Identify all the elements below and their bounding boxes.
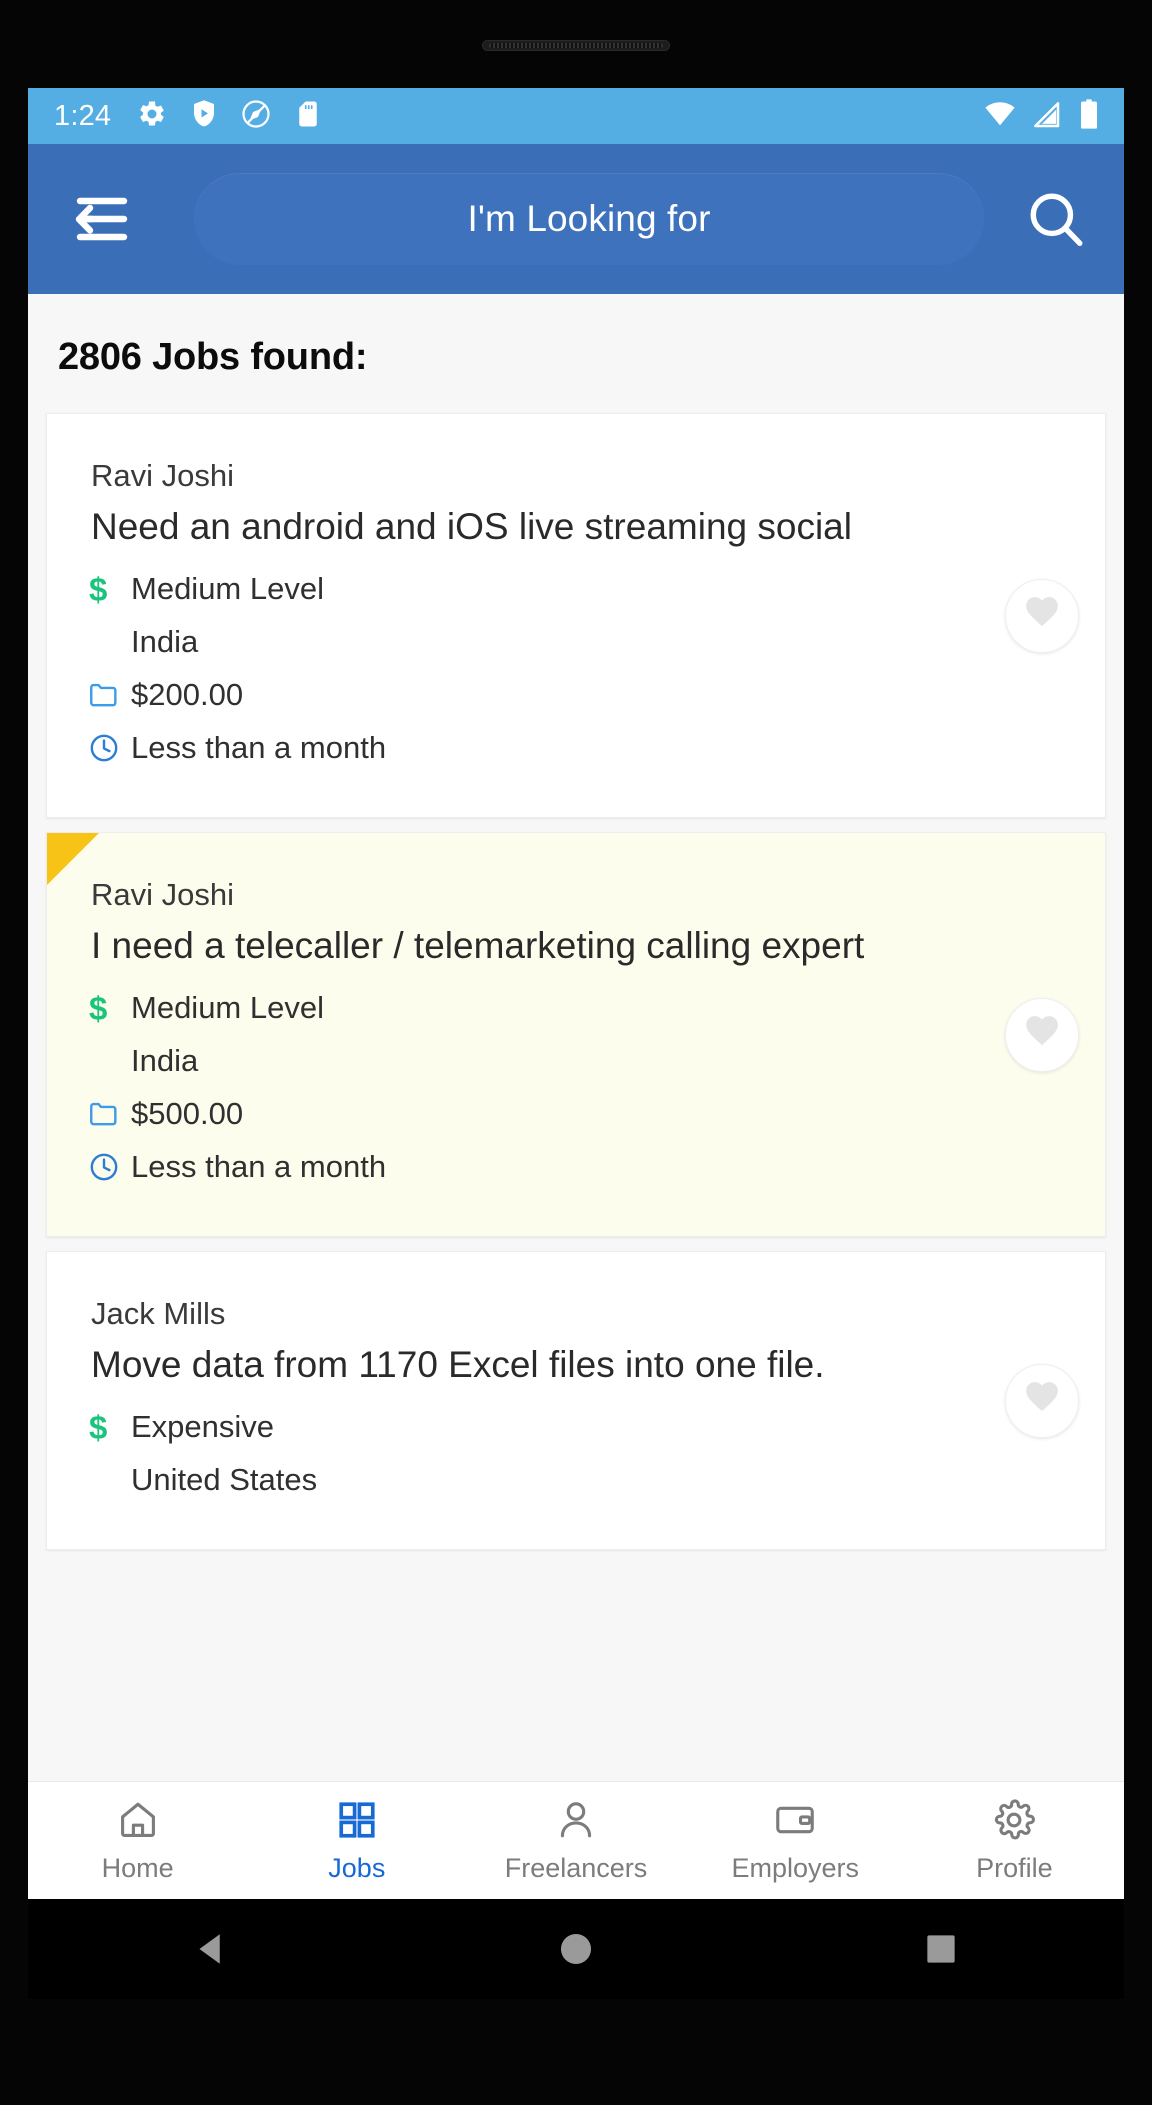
status-bar-notification-icons: [137, 99, 984, 134]
favorite-button[interactable]: [1005, 578, 1079, 653]
job-duration-label: Less than a month: [131, 730, 387, 766]
app-bar: I'm Looking for: [28, 144, 1124, 294]
job-country-label: India: [131, 624, 199, 660]
earpiece-speaker: [482, 40, 670, 51]
nav-item-employers[interactable]: Employers: [686, 1782, 905, 1899]
job-card[interactable]: Ravi Joshi Need an android and iOS live …: [46, 413, 1106, 819]
dollar-icon: $: [89, 1408, 108, 1446]
job-title: Need an android and iOS live streaming s…: [91, 506, 852, 547]
job-poster-name: Ravi Joshi: [91, 458, 234, 493]
job-title: I need a telecaller / telemarketing call…: [91, 925, 865, 967]
battery-icon: [1076, 98, 1102, 135]
job-poster-name: Jack Mills: [91, 1296, 226, 1332]
job-duration-row: Less than a month: [87, 730, 1065, 766]
job-level-label: Expensive: [131, 1409, 275, 1445]
nav-label-profile: Profile: [976, 1852, 1053, 1883]
phone-device-frame: 1:24 I'm Looking for 2806 Jobs found: Ra…: [0, 0, 1152, 2105]
person-icon: [554, 1798, 598, 1847]
job-level-row: $ Medium Level: [87, 571, 1065, 607]
results-count-title: 2806 Jobs found:: [58, 336, 368, 378]
home-icon: [116, 1798, 160, 1847]
card-icon: [773, 1798, 817, 1847]
status-bar-system-icons: [984, 98, 1102, 135]
speaker-grille: [489, 43, 663, 48]
job-duration-row: Less than a month: [87, 1149, 1065, 1185]
nav-label-freelancers: Freelancers: [504, 1852, 648, 1883]
dollar-icon: $: [89, 989, 108, 1027]
folder-icon: [87, 1097, 131, 1131]
job-level-row: $ Medium Level: [87, 990, 1065, 1026]
menu-back-icon[interactable]: [70, 183, 142, 255]
job-poster-name: Ravi Joshi: [91, 877, 234, 913]
featured-corner-ribbon: [47, 833, 99, 886]
job-budget-row: $200.00: [87, 677, 1065, 713]
wifi-icon: [984, 98, 1016, 135]
nav-label-home: Home: [101, 1852, 174, 1883]
nav-item-home[interactable]: Home: [28, 1782, 247, 1899]
job-card[interactable]: Jack Mills Move data from 1170 Excel fil…: [46, 1251, 1106, 1551]
clock-icon: [87, 731, 131, 765]
job-country-row: India: [87, 624, 1065, 660]
job-budget-label: $500.00: [131, 1096, 244, 1132]
phone-screen: 1:24 I'm Looking for 2806 Jobs found: Ra…: [28, 88, 1124, 1899]
nav-item-profile[interactable]: Profile: [905, 1782, 1124, 1899]
location-off-icon: [241, 99, 271, 134]
nav-label-employers: Employers: [731, 1852, 859, 1883]
job-country-label: India: [131, 1043, 199, 1079]
favorite-button[interactable]: [1005, 1363, 1079, 1438]
job-title: Move data from 1170 Excel files into one…: [91, 1344, 825, 1386]
bottom-navigation-bar: Home Jobs Freelancers Employers Profile: [28, 1781, 1124, 1899]
nav-item-freelancers[interactable]: Freelancers: [466, 1782, 685, 1899]
gear-icon: [992, 1798, 1036, 1847]
job-country-row: United States: [87, 1462, 1065, 1498]
grid-icon: [335, 1798, 379, 1847]
nav-item-jobs[interactable]: Jobs: [247, 1782, 466, 1899]
clock-icon: [87, 1150, 131, 1184]
job-country-label: United States: [131, 1462, 318, 1498]
status-bar-clock: 1:24: [54, 99, 112, 132]
job-budget-label: $200.00: [131, 677, 244, 713]
status-bar: 1:24: [28, 88, 1124, 144]
cellular-signal-icon: [1030, 98, 1062, 135]
job-level-row: $ Expensive: [87, 1409, 1065, 1445]
heart-icon: [1023, 594, 1061, 637]
job-level-label: Medium Level: [131, 990, 324, 1026]
square-recents-icon[interactable]: [881, 1899, 1001, 1999]
circle-home-icon[interactable]: [516, 1899, 636, 1999]
android-navigation-bar: [28, 1899, 1124, 1999]
job-country-row: India: [87, 1043, 1065, 1079]
heart-icon: [1023, 1013, 1061, 1056]
search-icon[interactable]: [1018, 181, 1094, 257]
triangle-back-icon[interactable]: [151, 1899, 271, 1999]
dollar-icon: $: [89, 570, 108, 608]
sd-card-icon: [293, 99, 323, 134]
folder-icon: [87, 678, 131, 712]
job-budget-row: $500.00: [87, 1096, 1065, 1132]
job-duration-label: Less than a month: [131, 1149, 387, 1185]
job-card[interactable]: Ravi Joshi I need a telecaller / telemar…: [46, 832, 1106, 1238]
jobs-list-container[interactable]: 2806 Jobs found: Ravi Joshi Need an andr…: [28, 294, 1124, 1781]
favorite-button[interactable]: [1005, 997, 1079, 1072]
heart-icon: [1023, 1379, 1061, 1422]
search-placeholder-label: I'm Looking for: [467, 198, 711, 239]
gear-icon: [137, 99, 167, 134]
search-input[interactable]: I'm Looking for: [194, 173, 984, 265]
nav-label-jobs: Jobs: [328, 1852, 386, 1883]
job-level-label: Medium Level: [131, 571, 324, 607]
play-protect-shield-icon: [189, 99, 219, 134]
